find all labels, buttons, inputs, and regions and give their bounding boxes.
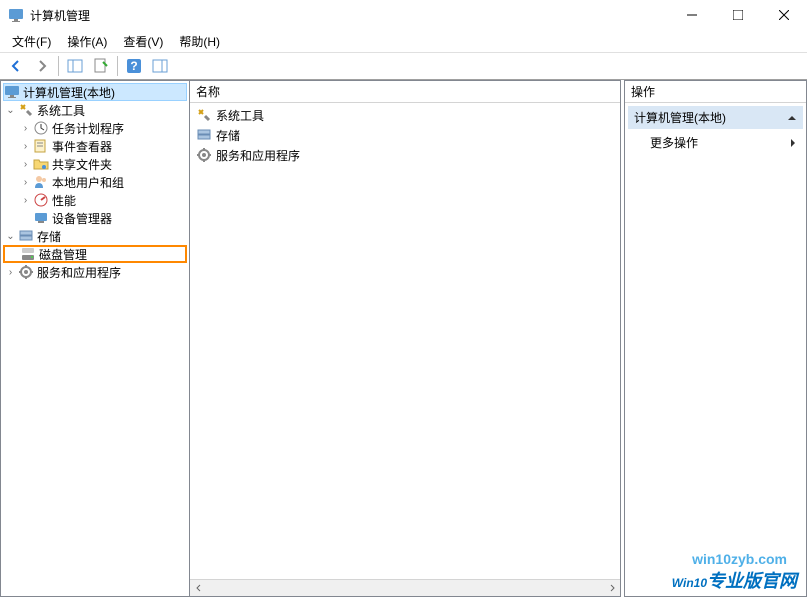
expand-icon[interactable]: › [3,267,18,278]
collapse-icon[interactable]: ⌄ [3,105,18,116]
tree-label: 性能 [52,192,76,209]
app-icon [8,7,24,23]
tree-label: 设备管理器 [52,210,112,227]
disk-icon [20,246,36,262]
scroll-track[interactable] [207,580,603,596]
tree-label: 磁盘管理 [39,246,87,263]
tree-system-tools[interactable]: ⌄ 系统工具 [3,101,187,119]
tools-icon [18,102,34,118]
tree-performance[interactable]: › 性能 [3,191,187,209]
tree-shared-folders[interactable]: › 共享文件夹 [3,155,187,173]
list-item-services-apps[interactable]: 服务和应用程序 [192,145,618,165]
tree-services-apps[interactable]: › 服务和应用程序 [3,263,187,281]
expand-icon[interactable]: › [18,195,33,206]
list-item-label: 服务和应用程序 [216,147,300,164]
content-area: 计算机管理(本地) ⌄ 系统工具 › 任务计划程序 › 事件查看器 › 共享文件… [0,80,807,597]
expand-icon[interactable]: › [18,141,33,152]
collapse-triangle-icon [787,113,797,123]
actions-title: 操作 [631,83,655,100]
watermark-cn: 专业版官网 [707,571,797,591]
properties-button[interactable] [89,55,113,77]
action-label: 更多操作 [650,134,698,151]
close-button[interactable] [761,0,807,30]
maximize-button[interactable] [715,0,761,30]
menu-help[interactable]: 帮助(H) [171,31,228,52]
show-hide-tree-button[interactable] [63,55,87,77]
list-item-system-tools[interactable]: 系统工具 [192,105,618,125]
tree-task-scheduler[interactable]: › 任务计划程序 [3,119,187,137]
menu-view[interactable]: 查看(V) [115,31,171,52]
collapse-icon[interactable]: ⌄ [3,231,18,242]
show-actions-button[interactable] [148,55,172,77]
forward-button[interactable] [30,55,54,77]
list-body: 系统工具 存储 服务和应用程序 [190,103,620,579]
back-button[interactable] [4,55,28,77]
toolbar-separator [117,56,118,76]
folder-share-icon [33,156,49,172]
tree-device-manager[interactable]: 设备管理器 [3,209,187,227]
storage-icon [18,228,34,244]
menu-action[interactable]: 操作(A) [59,31,115,52]
event-icon [33,138,49,154]
device-icon [33,210,49,226]
tree-disk-management[interactable]: 磁盘管理 [3,245,187,263]
expand-icon[interactable]: › [18,159,33,170]
watermark-w: W [672,576,683,590]
toolbar: ? [0,52,807,80]
tree-label: 本地用户和组 [52,174,124,191]
tree-label: 存储 [37,228,61,245]
tree: 计算机管理(本地) ⌄ 系统工具 › 任务计划程序 › 事件查看器 › 共享文件… [1,81,189,283]
action-group-label: 计算机管理(本地) [634,109,726,126]
toolbar-separator [58,56,59,76]
tree-label: 共享文件夹 [52,156,112,173]
computer-icon [4,84,20,100]
tree-event-viewer[interactable]: › 事件查看器 [3,137,187,155]
list-item-label: 系统工具 [216,107,264,124]
services-icon [18,264,34,280]
scroll-right-button[interactable] [603,580,620,596]
scroll-left-button[interactable] [190,580,207,596]
watermark-rest: in10 [683,576,707,590]
submenu-arrow-icon [789,138,797,148]
actions-body: 计算机管理(本地) 更多操作 [625,103,806,596]
list-item-label: 存储 [216,127,240,144]
column-label: 名称 [196,83,220,100]
action-more[interactable]: 更多操作 [628,130,803,155]
list-item-storage[interactable]: 存储 [192,125,618,145]
tree-root[interactable]: 计算机管理(本地) [3,83,187,101]
minimize-button[interactable] [669,0,715,30]
users-icon [33,174,49,190]
tree-storage[interactable]: ⌄ 存储 [3,227,187,245]
watermark-url: win10zyb.com [692,551,787,567]
tree-panel: 计算机管理(本地) ⌄ 系统工具 › 任务计划程序 › 事件查看器 › 共享文件… [0,80,190,597]
actions-panel: 操作 计算机管理(本地) 更多操作 [624,80,807,597]
titlebar: 计算机管理 [0,0,807,30]
tree-label: 系统工具 [37,102,85,119]
menu-file[interactable]: 文件(F) [4,31,59,52]
action-group-header[interactable]: 计算机管理(本地) [628,106,803,129]
list-panel: 名称 系统工具 存储 服务和应用程序 [190,80,621,597]
performance-icon [33,192,49,208]
clock-icon [33,120,49,136]
svg-text:?: ? [130,59,137,73]
actions-header: 操作 [625,81,806,103]
window-controls [669,0,807,30]
tree-label: 任务计划程序 [52,120,124,137]
watermark-brand: Win10专业版官网 [672,567,797,593]
menubar: 文件(F) 操作(A) 查看(V) 帮助(H) [0,30,807,52]
services-icon [196,147,212,163]
window-title: 计算机管理 [30,7,669,24]
expand-icon[interactable]: › [18,177,33,188]
tree-local-users[interactable]: › 本地用户和组 [3,173,187,191]
tree-label: 服务和应用程序 [37,264,121,281]
help-button[interactable]: ? [122,55,146,77]
horizontal-scrollbar[interactable] [190,579,620,596]
tree-label: 计算机管理(本地) [23,84,115,101]
expand-icon[interactable]: › [18,123,33,134]
column-header-name[interactable]: 名称 [190,81,620,103]
storage-icon [196,127,212,143]
tree-label: 事件查看器 [52,138,112,155]
tools-icon [196,107,212,123]
